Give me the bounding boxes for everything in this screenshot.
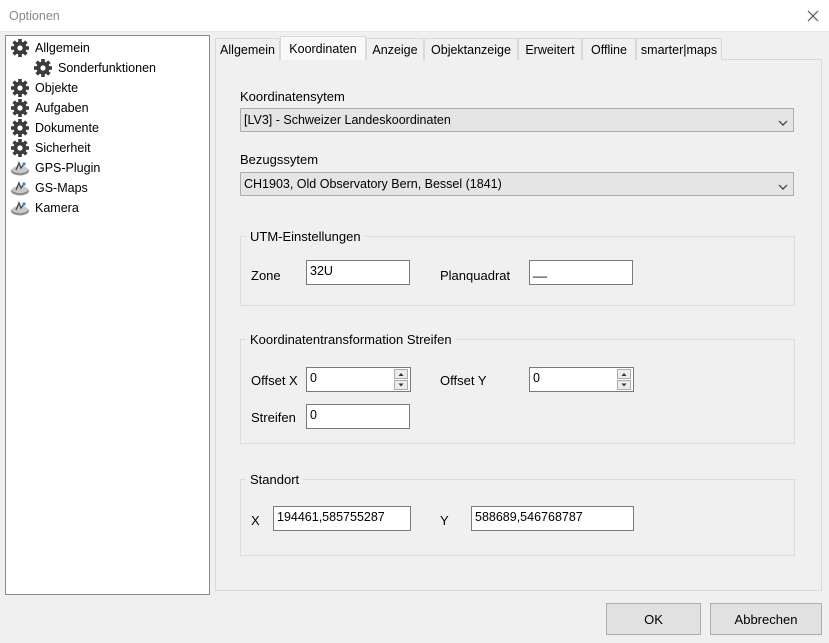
tree-item-gps-plugin[interactable]: GPS-Plugin [10,158,100,178]
bezugssystem-select[interactable]: CH1903, Old Observatory Bern, Bessel (18… [240,172,794,196]
spin-buttons[interactable] [394,369,408,390]
tree-item-label: Kamera [35,201,79,215]
title-bar [0,0,829,32]
standort-y-field[interactable]: 588689,546768787 [471,506,634,531]
tree-item-label: GS-Maps [35,181,88,195]
gear-icon [10,99,30,117]
tree-item-kamera[interactable]: Kamera [10,198,79,218]
spin-up-icon[interactable] [394,369,408,379]
tree-item-allgemein[interactable]: Allgemein [10,38,90,58]
offset-x-value: 0 [310,371,317,385]
tab-panel-koordinaten: Koordinatensytem [LV3] - Schweizer Lande… [215,59,822,591]
zone-label: Zone [251,268,281,283]
tab-koordinaten[interactable]: Koordinaten [280,36,366,60]
tree-item-gs-maps[interactable]: GS-Maps [10,178,88,198]
chevron-down-icon [778,116,788,126]
tree-item-label: Dokumente [35,121,99,135]
tab-erweitert[interactable]: Erweitert [518,38,582,60]
spin-down-icon[interactable] [617,380,631,390]
chevron-down-icon [778,180,788,190]
tab-objektanzeige[interactable]: Objektanzeige [424,38,518,60]
tree-item-dokumente[interactable]: Dokumente [10,118,99,138]
planquadrat-label: Planquadrat [440,268,511,283]
zone-field[interactable]: 32U [306,260,410,285]
planquadrat-field[interactable]: __ [529,260,633,285]
offset-y-label: Offset Y [440,373,487,388]
tree-item-label: Sicherheit [35,141,91,155]
window-title: Optionen [9,9,60,23]
bezugssystem-value: CH1903, Old Observatory Bern, Bessel (18… [244,177,502,191]
offset-y-stepper[interactable]: 0 [529,367,634,392]
plugin-icon [10,159,30,177]
tab-anzeige[interactable]: Anzeige [366,38,424,60]
koordinatensystem-label: Koordinatensytem [240,89,345,104]
ok-button[interactable]: OK [606,603,701,635]
y-label: Y [440,513,449,528]
tab-allgemein[interactable]: Allgemein [215,38,280,60]
spin-up-icon[interactable] [617,369,631,379]
transformation-group-title: Koordinatentransformation Streifen [246,332,456,347]
koordinatensystem-select[interactable]: [LV3] - Schweizer Landeskoordinaten [240,108,794,132]
spin-buttons[interactable] [617,369,631,390]
bezugssystem-label: Bezugssytem [240,152,319,167]
standort-x-field[interactable]: 194461,585755287 [273,506,411,531]
gear-icon [10,39,30,57]
tree-item-sicherheit[interactable]: Sicherheit [10,138,91,158]
utm-group-title: UTM-Einstellungen [246,229,365,244]
offset-y-value: 0 [533,371,540,385]
tab-offline[interactable]: Offline [582,38,636,60]
tree-item-objekte[interactable]: Objekte [10,78,78,98]
gear-icon [10,119,30,137]
tree-item-aufgaben[interactable]: Aufgaben [10,98,89,118]
options-tree[interactable]: Allgemein Sonderfunktionen Objekte Aufga… [5,35,210,595]
tree-item-label: GPS-Plugin [35,161,101,175]
streifen-field[interactable]: 0 [306,404,410,429]
tab-smarter-maps[interactable]: smarter|maps [636,38,722,60]
close-icon[interactable] [803,6,823,26]
x-label: X [251,513,260,528]
streifen-label: Streifen [251,410,296,425]
plugin-icon [10,179,30,197]
spin-down-icon[interactable] [394,380,408,390]
tree-item-label: Allgemein [35,41,90,55]
gear-icon [10,79,30,97]
standort-group-title: Standort [246,472,304,487]
cancel-button[interactable]: Abbrechen [710,603,822,635]
offset-x-stepper[interactable]: 0 [306,367,411,392]
tree-item-label: Objekte [35,81,79,95]
koordinatensystem-value: [LV3] - Schweizer Landeskoordinaten [244,113,451,127]
plugin-icon [10,199,30,217]
offset-x-label: Offset X [251,373,298,388]
gear-icon [10,139,30,157]
tree-item-sonderfunktionen[interactable]: Sonderfunktionen [33,58,156,78]
gear-icon [33,59,53,77]
tree-item-label: Aufgaben [35,101,89,115]
tree-item-label: Sonderfunktionen [58,61,156,75]
